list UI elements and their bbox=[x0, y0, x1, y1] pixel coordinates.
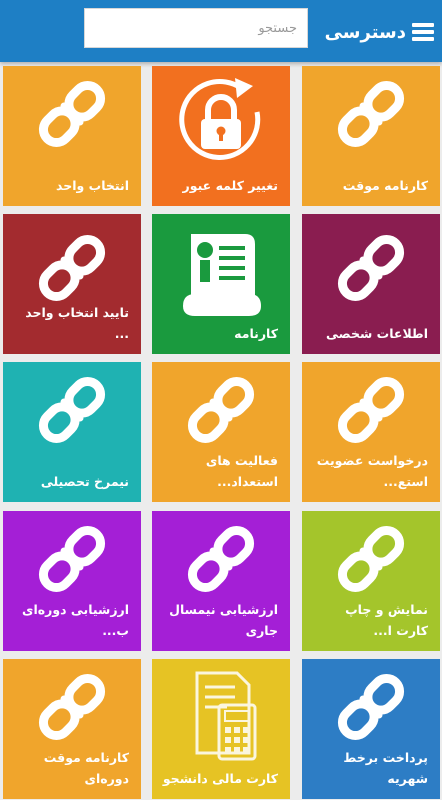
link-icon bbox=[38, 376, 106, 444]
link-icon bbox=[38, 80, 106, 148]
tile-transcript[interactable]: کارنامه bbox=[152, 214, 290, 354]
tile-temporary-transcript[interactable]: کارنامه موقت bbox=[302, 66, 440, 206]
link-icon bbox=[187, 376, 255, 444]
tile-academic-profile[interactable]: نیمرخ تحصیلی bbox=[3, 362, 141, 502]
tile-print-card[interactable]: نمایش و چاپ کارت ا... bbox=[302, 511, 440, 651]
menu-button[interactable]: دسترسی bbox=[325, 18, 434, 46]
tile-course-selection[interactable]: انتخاب واحد bbox=[3, 66, 141, 206]
tile-periodic-evaluation[interactable]: ارزشیابی دوره‌ای ب... bbox=[3, 511, 141, 651]
tile-label: پرداخت برخط شهریه bbox=[343, 750, 428, 786]
tile-talent-activities[interactable]: فعالیت های استعداد... bbox=[152, 362, 290, 502]
link-icon bbox=[337, 234, 405, 302]
tile-label: فعالیت های استعداد... bbox=[205, 453, 278, 489]
header-title: دسترسی bbox=[324, 21, 406, 43]
link-icon bbox=[337, 80, 405, 148]
link-icon bbox=[38, 525, 106, 593]
certificate-scroll-icon bbox=[183, 234, 261, 316]
tile-label: کارنامه موقت bbox=[342, 178, 428, 193]
link-icon bbox=[337, 673, 405, 741]
link-icon bbox=[337, 525, 405, 593]
hamburger-icon bbox=[412, 23, 434, 41]
search-input[interactable] bbox=[84, 8, 308, 48]
tile-label: کارت مالی دانشجو bbox=[162, 771, 278, 786]
tile-label: تغییر کلمه عبور bbox=[182, 178, 278, 193]
tile-label: نیمرخ تحصیلی bbox=[40, 474, 129, 489]
tile-talent-membership-request[interactable]: درخواست عضویت استع... bbox=[302, 362, 440, 502]
tile-label: اطلاعات شخصی bbox=[326, 326, 428, 341]
tile-online-tuition-payment[interactable]: پرداخت برخط شهریه bbox=[302, 659, 440, 799]
app-header: دسترسی bbox=[0, 0, 442, 62]
link-icon bbox=[38, 673, 106, 741]
tile-periodic-temporary-transcript[interactable]: کارنامه موقت دوره‌ای bbox=[3, 659, 141, 799]
invoice-calculator-icon bbox=[195, 671, 257, 761]
link-icon bbox=[337, 376, 405, 444]
lock-refresh-icon bbox=[179, 78, 261, 160]
tile-personal-info[interactable]: اطلاعات شخصی bbox=[302, 214, 440, 354]
tile-label: ارزشیابی دوره‌ای ب... bbox=[22, 602, 129, 638]
tile-label: کارنامه bbox=[234, 326, 278, 341]
tile-change-password[interactable]: تغییر کلمه عبور bbox=[152, 66, 290, 206]
link-icon bbox=[187, 525, 255, 593]
tile-label: انتخاب واحد bbox=[56, 178, 129, 193]
tile-label: کارنامه موقت دوره‌ای bbox=[43, 750, 129, 786]
tile-label: تایید انتخاب واحد ... bbox=[25, 305, 129, 341]
tile-current-semester-evaluation[interactable]: ارزشیابی نیمسال جاری bbox=[152, 511, 290, 651]
tile-label: نمایش و چاپ کارت ا... bbox=[345, 602, 428, 638]
tile-label: درخواست عضویت استع... bbox=[316, 453, 428, 489]
tile-label: ارزشیابی نیمسال جاری bbox=[169, 602, 278, 638]
tile-confirm-course-selection[interactable]: تایید انتخاب واحد ... bbox=[3, 214, 141, 354]
link-icon bbox=[38, 234, 106, 302]
tile-student-financial-card[interactable]: کارت مالی دانشجو bbox=[152, 659, 290, 799]
